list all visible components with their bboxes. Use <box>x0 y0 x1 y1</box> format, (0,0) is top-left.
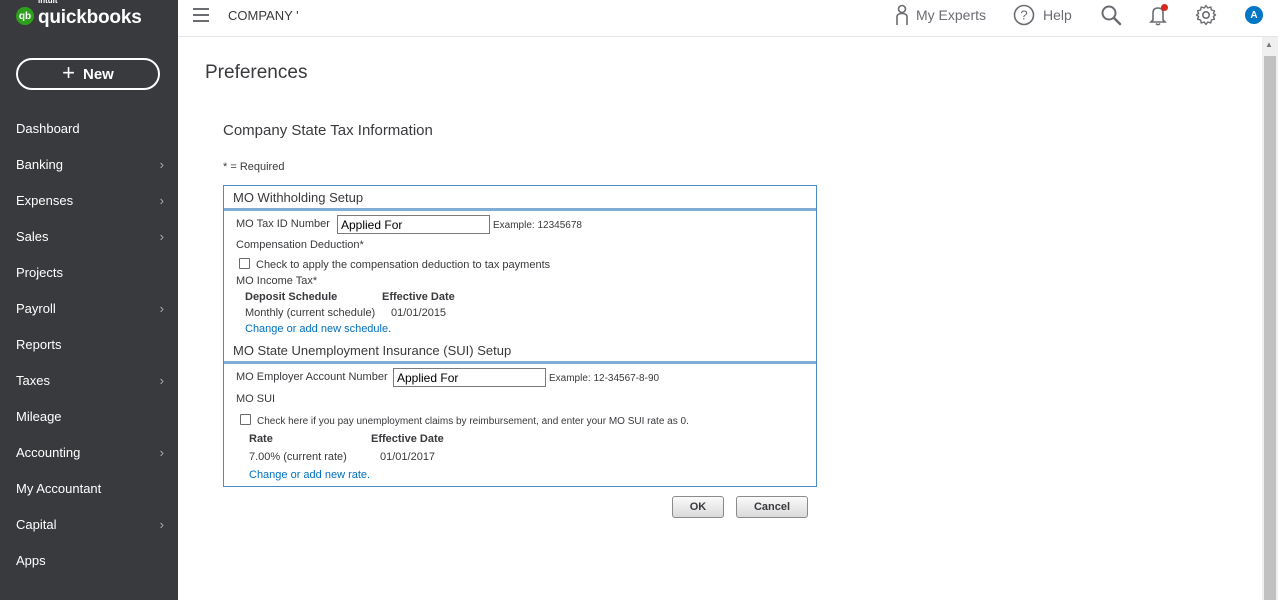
reimbursement-checkbox-label: Check here if you pay unemployment claim… <box>257 416 689 427</box>
required-note: * = Required <box>223 161 285 173</box>
help-icon: ? <box>1013 4 1035 26</box>
sidebar-item-label: Projects <box>16 264 63 280</box>
sidebar-item-label: Taxes <box>16 372 50 388</box>
my-experts-label: My Experts <box>916 7 987 23</box>
deposit-schedule-header: Deposit Schedule <box>245 291 338 303</box>
tax-id-input[interactable] <box>337 215 490 234</box>
user-avatar[interactable]: A <box>1245 6 1263 24</box>
search-button[interactable] <box>1100 4 1122 26</box>
chevron-right-icon: › <box>159 192 164 208</box>
ok-button[interactable]: OK <box>672 496 724 518</box>
sidebar-nav: Dashboard Banking › Expenses › Sales › Projects… <box>0 110 178 578</box>
sidebar-item-capital[interactable]: Capital › <box>0 506 178 542</box>
sidebar-item-payroll[interactable]: Payroll › <box>0 290 178 326</box>
quickbooks-logo[interactable]: qb intuit quickbooks <box>16 0 142 29</box>
sidebar-item-label: Dashboard <box>16 120 80 136</box>
sidebar-item-label: Accounting <box>16 444 81 460</box>
help-label: Help <box>1043 7 1072 23</box>
sidebar-item-reports[interactable]: Reports <box>0 326 178 362</box>
notifications-button[interactable] <box>1148 4 1170 26</box>
brand-name: quickbooks <box>38 7 142 28</box>
schedule-effective-date: 01/01/2015 <box>391 307 447 319</box>
sidebar-item-label: Reports <box>16 336 62 352</box>
new-button[interactable]: + New <box>16 58 160 90</box>
sidebar-item-taxes[interactable]: Taxes › <box>0 362 178 398</box>
chevron-right-icon: › <box>159 300 164 316</box>
comp-deduction-checkbox-label: Check to apply the compensation deductio… <box>256 259 551 271</box>
state-tax-panel: MO Withholding Setup MO Tax ID Number Ex… <box>223 185 817 487</box>
chevron-right-icon: › <box>159 372 164 388</box>
scrollbar-thumb[interactable] <box>1264 56 1276 600</box>
sidebar-item-mileage[interactable]: Mileage <box>0 398 178 434</box>
rate-effective-date: 01/01/2017 <box>380 451 436 463</box>
sidebar-item-label: Expenses <box>16 192 74 208</box>
employer-account-input[interactable] <box>393 368 546 387</box>
person-icon <box>896 4 908 25</box>
help-button[interactable]: ? Help <box>1013 4 1072 26</box>
new-button-label: New <box>83 65 114 83</box>
chevron-right-icon: › <box>159 228 164 244</box>
section-title: Company State Tax Information <box>223 122 433 139</box>
gear-icon <box>1195 4 1217 26</box>
sidebar-item-label: Mileage <box>16 408 62 424</box>
effective-date-header: Effective Date <box>382 291 455 303</box>
rate-header: Rate <box>249 433 273 445</box>
sidebar-item-apps[interactable]: Apps <box>0 542 178 578</box>
change-rate-link[interactable]: Change or add new rate. <box>249 469 370 481</box>
my-experts-button[interactable]: My Experts <box>894 4 986 26</box>
sidebar-item-label: My Accountant <box>16 480 102 496</box>
sidebar-item-label: Banking <box>16 156 63 172</box>
withholding-heading: MO Withholding Setup <box>224 186 816 211</box>
settings-button[interactable] <box>1195 4 1217 26</box>
svg-text:?: ? <box>1020 8 1027 23</box>
employer-account-label: MO Employer Account Number <box>236 371 388 383</box>
sidebar-item-projects[interactable]: Projects <box>0 254 178 290</box>
employer-account-example: Example: 12-34567-8-90 <box>549 373 660 384</box>
tax-id-example: Example: 12345678 <box>493 220 582 231</box>
tax-id-label: MO Tax ID Number <box>236 218 330 230</box>
bell-icon <box>1149 4 1168 26</box>
sidebar-item-banking[interactable]: Banking › <box>0 146 178 182</box>
search-icon <box>1101 5 1122 26</box>
sidebar-item-label: Capital <box>16 516 57 532</box>
sidebar-item-my-accountant[interactable]: My Accountant <box>0 470 178 506</box>
reimbursement-checkbox[interactable] <box>240 414 251 425</box>
sidebar-item-dashboard[interactable]: Dashboard <box>0 110 178 146</box>
sidebar-item-sales[interactable]: Sales › <box>0 218 178 254</box>
comp-deduction-checkbox[interactable] <box>239 258 250 269</box>
sidebar-item-label: Sales <box>16 228 49 244</box>
comp-deduction-label: Compensation Deduction* <box>236 239 364 251</box>
scroll-up-arrow-icon[interactable]: ▲ <box>1265 40 1273 49</box>
quickbooks-mark-icon: qb <box>16 7 34 25</box>
plus-icon: + <box>62 60 75 85</box>
company-name: COMPANY ' <box>228 8 299 23</box>
rate-value: 7.00% (current rate) <box>249 451 347 463</box>
deposit-schedule-value: Monthly (current schedule) <box>245 307 376 319</box>
sidebar-item-label: Payroll <box>16 300 56 316</box>
sui-heading: MO State Unemployment Insurance (SUI) Se… <box>224 339 816 364</box>
sidebar-item-accounting[interactable]: Accounting › <box>0 434 178 470</box>
sui-label: MO SUI <box>236 393 276 405</box>
sidebar: qb intuit quickbooks + New Dashboard Bank… <box>0 0 178 600</box>
hamburger-menu-icon[interactable] <box>193 8 209 22</box>
intuit-label: intuit <box>38 0 58 5</box>
sidebar-item-expenses[interactable]: Expenses › <box>0 182 178 218</box>
sidebar-item-label: Apps <box>16 552 46 568</box>
chevron-right-icon: › <box>159 444 164 460</box>
top-header: COMPANY ' My Experts ? Help A <box>178 0 1278 37</box>
change-schedule-link[interactable]: Change or add new schedule. <box>245 323 391 335</box>
chevron-right-icon: › <box>159 156 164 172</box>
income-tax-label: MO Income Tax* <box>236 275 318 287</box>
rate-effective-date-header: Effective Date <box>371 433 444 445</box>
page-title: Preferences <box>205 62 308 83</box>
chevron-right-icon: › <box>159 516 164 532</box>
cancel-button[interactable]: Cancel <box>736 496 808 518</box>
